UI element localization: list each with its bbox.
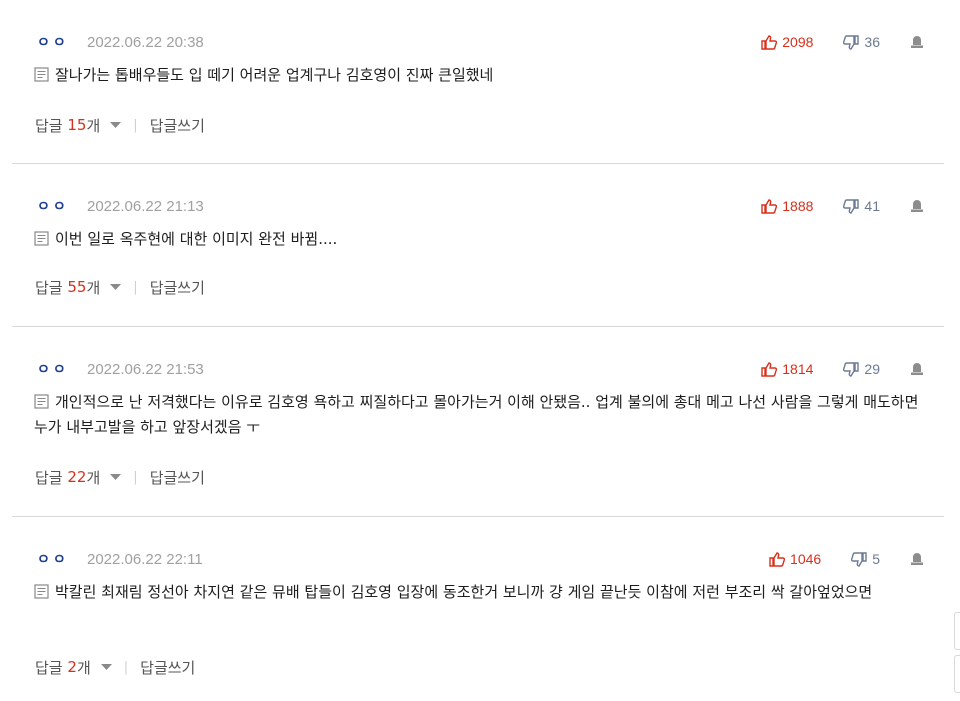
comment-text: 박칼린 최재림 정선아 차지연 같은 뮤배 탑들이 김호영 입장에 동조한거 보… (55, 583, 873, 601)
comment-nickname[interactable]: ㅇㅇ (37, 359, 87, 379)
caret-down-icon (100, 663, 112, 670)
downvote-count: 36 (864, 34, 880, 50)
reply-toggle-button[interactable]: 답글 55 개 (35, 277, 122, 298)
write-reply-button[interactable]: 답글쓰기 (150, 277, 205, 298)
downvote-button[interactable]: 36 (843, 34, 880, 50)
comment-item: ㅇㅇ 2022.06.22 21:53 1814 29 개인적으로 난 저격했다… (12, 327, 944, 517)
divider: | (123, 659, 129, 675)
comment-text: 잘나가는 톱배우들도 입 떼기 어려운 업계구나 김호영이 진짜 큰일했네 (55, 66, 494, 84)
comment-body: 개인적으로 난 저격했다는 이유로 김호영 욕하고 찌질하다고 몰아가는거 이해… (34, 390, 934, 440)
comment-meta: ㅇㅇ 2022.06.22 20:38 (37, 32, 204, 52)
caret-down-icon (110, 473, 122, 480)
thumbs-down-icon (851, 551, 867, 567)
downvote-count: 41 (864, 198, 880, 214)
reply-count: 15 (67, 116, 87, 134)
reply-unit: 개 (86, 278, 101, 297)
upvote-button[interactable]: 1814 (761, 361, 813, 377)
comment-meta: ㅇㅇ 2022.06.22 22:11 (37, 549, 203, 569)
comment-text: 개인적으로 난 저격했다는 이유로 김호영 욕하고 찌질하다고 몰아가는거 이해… (34, 393, 919, 436)
comment-body: 이번 일로 옥주현에 대한 이미지 완전 바뀜.... (34, 227, 934, 252)
reply-label: 답글 (35, 116, 63, 135)
memo-icon (34, 231, 49, 246)
comment-votes: 1046 5 (769, 549, 924, 569)
comment-date: 2022.06.22 22:11 (87, 550, 203, 568)
comment-body: 잘나가는 톱배우들도 입 떼기 어려운 업계구나 김호영이 진짜 큰일했네 (34, 63, 934, 88)
comment-votes: 2098 36 (761, 32, 924, 52)
divider: | (133, 469, 138, 485)
reply-toggle-button[interactable]: 답글 15 개 (35, 115, 122, 136)
reply-label: 답글 (35, 658, 63, 677)
upvote-count: 1046 (790, 551, 822, 567)
thumbs-up-icon (761, 361, 778, 377)
thumbs-up-icon (761, 34, 778, 50)
memo-icon (34, 584, 49, 599)
reply-count: 2 (67, 658, 77, 676)
comment-body: 박칼린 최재림 정선아 차지연 같은 뮤배 탑들이 김호영 입장에 동조한거 보… (34, 580, 934, 605)
thumbs-down-icon (843, 198, 860, 214)
comment-actions: 답글 15 개 | 답글쓰기 (35, 114, 205, 136)
caret-down-icon (110, 283, 122, 290)
floating-side-tab[interactable] (954, 612, 960, 650)
comment-date: 2022.06.22 21:13 (87, 197, 204, 215)
report-button[interactable] (910, 35, 924, 49)
downvote-button[interactable]: 5 (851, 551, 880, 567)
report-icon (911, 36, 923, 48)
reply-count: 22 (67, 468, 87, 486)
report-icon (911, 200, 923, 212)
reply-unit: 개 (86, 116, 101, 135)
comment-votes: 1814 29 (761, 359, 924, 379)
comment-nickname[interactable]: ㅇㅇ (37, 549, 87, 569)
reply-unit: 개 (76, 658, 91, 677)
downvote-button[interactable]: 29 (843, 361, 880, 377)
comment-date: 2022.06.22 20:38 (87, 33, 204, 51)
downvote-count: 29 (864, 361, 880, 377)
reply-unit: 개 (86, 468, 101, 487)
thumbs-down-icon (843, 34, 860, 50)
thumbs-up-icon (761, 198, 778, 214)
write-reply-button[interactable]: 답글쓰기 (140, 657, 195, 678)
divider: | (133, 279, 138, 295)
report-button[interactable] (910, 552, 924, 566)
comment-nickname[interactable]: ㅇㅇ (37, 196, 87, 216)
comment-actions: 답글 2개 | 답글쓰기 (35, 656, 195, 678)
downvote-count: 5 (872, 551, 880, 567)
comment-votes: 1888 41 (761, 196, 924, 216)
comment-meta: ㅇㅇ 2022.06.22 21:53 (37, 359, 204, 379)
comment-date: 2022.06.22 21:53 (87, 360, 204, 378)
write-reply-button[interactable]: 답글쓰기 (150, 115, 205, 136)
thumbs-down-icon (843, 361, 860, 377)
report-button[interactable] (910, 199, 924, 213)
memo-icon (34, 67, 49, 82)
upvote-count: 1888 (782, 198, 814, 214)
memo-icon (34, 394, 49, 409)
upvote-button[interactable]: 1888 (761, 198, 813, 214)
floating-side-tab[interactable] (954, 655, 960, 693)
reply-toggle-button[interactable]: 답글 2개 (35, 657, 112, 678)
reply-label: 답글 (35, 278, 63, 297)
comment-actions: 답글 55 개 | 답글쓰기 (35, 276, 205, 298)
upvote-count: 2098 (782, 34, 814, 50)
write-reply-button[interactable]: 답글쓰기 (150, 467, 205, 488)
comment-actions: 답글 22 개 | 답글쓰기 (35, 466, 205, 488)
upvote-count: 1814 (782, 361, 814, 377)
caret-down-icon (110, 121, 122, 128)
report-button[interactable] (910, 362, 924, 376)
report-icon (911, 363, 923, 375)
comment-item: ㅇㅇ 2022.06.22 20:38 2098 36 잘나가는 톱배우들도 입… (12, 0, 944, 164)
reply-count: 55 (67, 278, 87, 296)
upvote-button[interactable]: 2098 (761, 34, 813, 50)
reply-toggle-button[interactable]: 답글 22 개 (35, 467, 122, 488)
comment-meta: ㅇㅇ 2022.06.22 21:13 (37, 196, 204, 216)
upvote-button[interactable]: 1046 (769, 551, 821, 567)
report-icon (911, 553, 923, 565)
reply-label: 답글 (35, 468, 63, 487)
comment-item: ㅇㅇ 2022.06.22 22:11 1046 5 박칼린 최재림 정선아 차… (12, 517, 944, 701)
divider: | (133, 117, 138, 133)
comment-item: ㅇㅇ 2022.06.22 21:13 1888 41 이번 일로 옥주현에 대… (12, 164, 944, 327)
thumbs-up-icon (769, 551, 786, 567)
comment-text: 이번 일로 옥주현에 대한 이미지 완전 바뀜.... (55, 230, 338, 248)
comment-nickname[interactable]: ㅇㅇ (37, 32, 87, 52)
downvote-button[interactable]: 41 (843, 198, 880, 214)
